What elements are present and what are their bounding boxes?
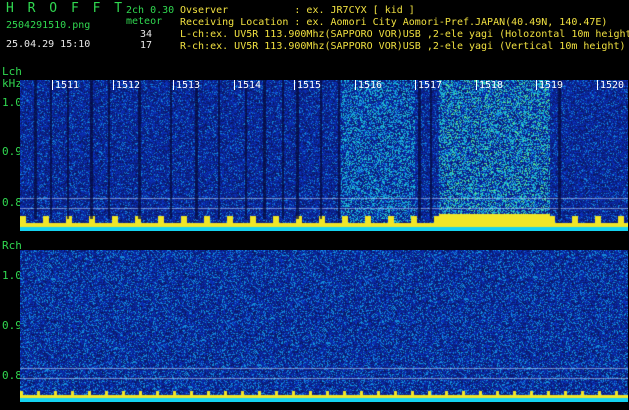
lch-minute-label: 1516 (358, 80, 383, 91)
lch-minute-label: 1512 (116, 80, 141, 91)
image-filename: 2504291510.png (6, 20, 91, 31)
lch-spectrogram (20, 80, 628, 231)
lch-tick-1-0: 1.0 (2, 96, 22, 109)
lch-minute-tick (294, 80, 295, 90)
lch-minute-label: 1511 (55, 80, 80, 91)
lch-minute-label: 1517 (418, 80, 443, 91)
lch-unit-label: kHz (2, 77, 22, 90)
observer-line: Ovserver : ex. JR7CYX [ kid ] (180, 5, 415, 16)
lch-minute-tick (234, 80, 235, 90)
lch-minute-label: 1519 (539, 80, 564, 91)
lch-minute-tick (113, 80, 114, 90)
meteor-count-rch: 17 (139, 40, 152, 51)
lch-minute-tick (52, 80, 53, 90)
lch-minute-label: 1515 (297, 80, 322, 91)
lch-minute-tick (536, 80, 537, 90)
lch-minute-label: 1518 (479, 80, 504, 91)
capture-datetime: 25.04.29 15:10 (6, 39, 91, 50)
lch-minute-label: 1514 (237, 80, 262, 91)
rch-spectrogram (20, 250, 628, 402)
lch-minute-tick (173, 80, 174, 90)
lch-minute-tick (597, 80, 598, 90)
lch-minute-label: 1513 (176, 80, 201, 91)
app-brand: H R O F F T (6, 1, 126, 16)
lch-channel-label: Lch (2, 65, 22, 78)
lch-minute-tick (415, 80, 416, 90)
meteor-count-lch: 34 (139, 29, 152, 40)
lch-tick-0-9: 0.9 (2, 145, 22, 158)
rch-tick-0-9: 0.9 (2, 319, 22, 332)
rch-tick-0-8: 0.8 (2, 369, 22, 382)
lch-receiver-line: L-ch:ex. UV5R 113.900Mhz(SAPPORO VOR)USB… (180, 29, 629, 40)
rch-tick-1-0: 1.0 (2, 269, 22, 282)
location-line: Receiving Location : ex. Aomori City Aom… (180, 17, 608, 28)
meteor-label: meteor (126, 16, 163, 27)
lch-minute-tick (355, 80, 356, 90)
lch-tick-0-8: 0.8 (2, 196, 22, 209)
lch-minute-tick (476, 80, 477, 90)
rch-channel-label: Rch (2, 239, 22, 252)
rch-receiver-line: R-ch:ex. UV5R 113.900Mhz(SAPPORO VOR)USB… (180, 41, 626, 52)
channel-setting: 2ch 0.30 (126, 5, 175, 16)
lch-minute-label: 1520 (600, 80, 625, 91)
